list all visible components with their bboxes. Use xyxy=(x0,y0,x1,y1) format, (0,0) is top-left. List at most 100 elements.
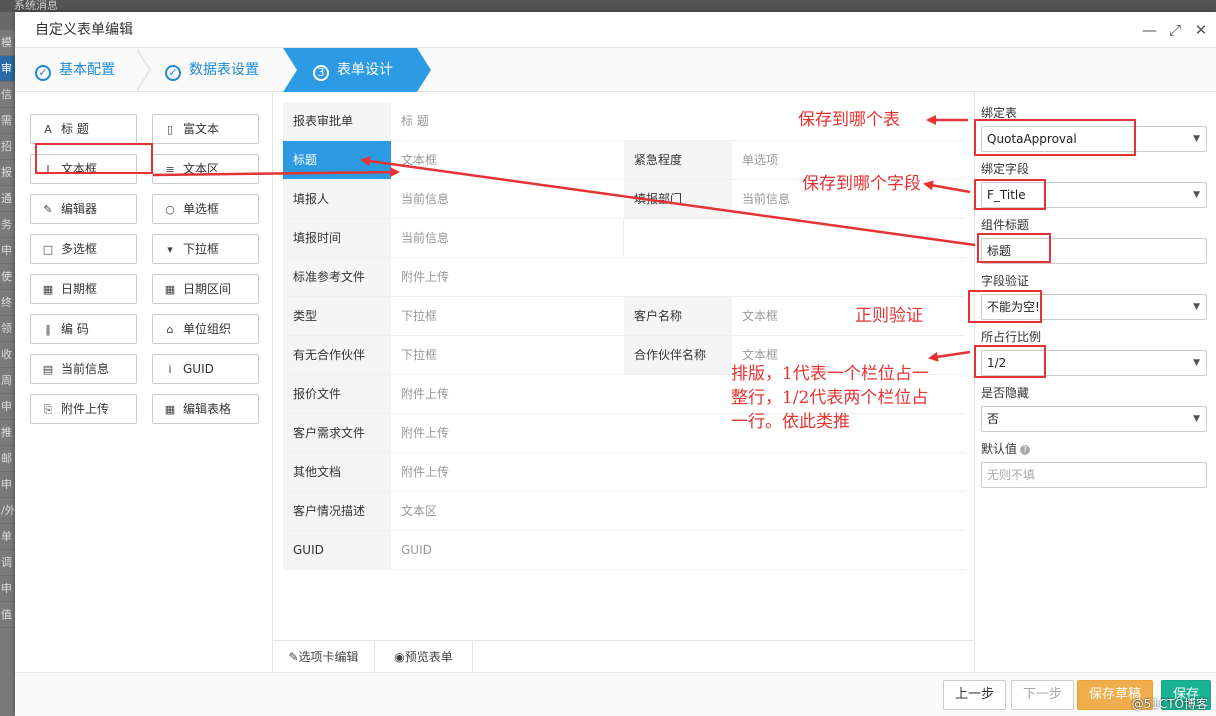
radio-icon: ○ xyxy=(165,203,175,216)
component-title-label: 组件标题 xyxy=(981,218,1030,232)
annotation-layout-3: 一行。依此类推 xyxy=(731,412,850,432)
tab-preview-form[interactable]: ◉预览表单 xyxy=(375,641,473,674)
help-icon[interactable]: ? xyxy=(1020,445,1031,455)
default-value-text: 默认值 xyxy=(981,442,1018,456)
background-sidebar-item: 审 xyxy=(0,56,15,82)
palette-item-label: 标 题 xyxy=(61,122,89,136)
field-placeholder: 文本框 xyxy=(742,309,779,323)
field-label: 紧急程度 xyxy=(624,141,732,179)
step-form-design[interactable]: 3 表单设计 xyxy=(283,48,417,92)
background-sidebar-item: 模 xyxy=(0,30,15,56)
annotation-box-validate xyxy=(968,290,1042,323)
annotation-box-ratio xyxy=(974,345,1046,378)
background-sidebar-item: 需 xyxy=(0,108,15,134)
palette-item[interactable]: i GUID xyxy=(152,354,259,384)
palette-item-label: 多选框 xyxy=(61,242,98,256)
field-label: 填报人 xyxy=(283,180,391,218)
tab-label: 选项卡编辑 xyxy=(298,650,359,664)
caret-down-icon: ▼ xyxy=(1193,414,1200,424)
step-arrow xyxy=(417,48,431,92)
caret-down-icon: ▼ xyxy=(1193,190,1200,200)
hidden-select[interactable]: 否 ▼ xyxy=(981,406,1207,432)
list-icon: ≡ xyxy=(165,163,175,176)
form-row[interactable]: 客户需求文件 附件上传 xyxy=(283,414,965,453)
form-row[interactable]: 填报时间 当前信息 xyxy=(283,219,965,258)
maximize-icon[interactable]: ⤢ xyxy=(1168,12,1182,48)
annotation-layout-2: 整行，1/2代表两个栏位占 xyxy=(731,388,929,408)
step-label: 数据表设置 xyxy=(189,62,259,78)
next-step-button[interactable]: 下一步 xyxy=(1011,680,1075,710)
eye-icon: ◉ xyxy=(394,650,405,664)
palette-item[interactable]: ⎘ 附件上传 xyxy=(30,394,137,424)
dialog-footer: 上一步 下一步 保存草稿 保存 xyxy=(15,672,1216,716)
palette-item[interactable]: ▦ 日期区间 xyxy=(152,274,259,304)
component-palette: A标 题 ▯ 富文本 I 文本框 ≡ 文本区 ✎ 编辑器 ○ 单选框 □ 多选框 ▾ 下拉框 ▦ 日期框 ▦ 日期区… xyxy=(15,92,273,682)
field-label: 报价文件 xyxy=(283,375,391,413)
form-row[interactable]: GUID GUID xyxy=(283,531,965,570)
palette-item[interactable]: □ 多选框 xyxy=(30,234,137,264)
checkbox-icon: □ xyxy=(42,243,54,256)
background-sidebar-item: 招 xyxy=(0,134,15,160)
field-placeholder: 当前信息 xyxy=(401,231,450,245)
dialog-titlebar: 自定义表单编辑 — ⤢ ✕ xyxy=(15,12,1216,48)
palette-item[interactable]: ▦ 日期框 xyxy=(30,274,137,304)
tab-label: 预览表单 xyxy=(404,650,453,664)
wizard-steps: ✓ 基本配置 ✓ 数据表设置 3 表单设计 xyxy=(15,48,1216,92)
field-placeholder: 单选项 xyxy=(742,153,779,167)
palette-item-label: 当前信息 xyxy=(61,362,110,376)
field-placeholder: 附件上传 xyxy=(401,465,450,479)
caret-down-icon: ▼ xyxy=(1193,134,1200,144)
form-row[interactable]: 其他文档 附件上传 xyxy=(283,453,965,492)
rich-text-icon: ▯ xyxy=(166,123,174,136)
palette-item-label: 富文本 xyxy=(183,122,220,136)
paperclip-icon: ⎘ xyxy=(43,403,53,416)
caret-down-icon: ▼ xyxy=(1193,302,1200,312)
palette-item[interactable]: ▦ 编辑表格 xyxy=(152,394,259,424)
form-title-label: 报表审批单 xyxy=(283,102,391,140)
palette-item-label: 单选框 xyxy=(183,202,220,216)
palette-item[interactable]: ▤ 当前信息 xyxy=(30,354,137,384)
canvas-tabbar: ✎选项卡编辑 ◉预览表单 xyxy=(273,640,975,674)
background-sidebar-item: 申 xyxy=(0,472,15,498)
check-circle-icon: ✓ xyxy=(165,65,181,81)
field-label: 有无合作伙伴 xyxy=(283,336,391,374)
field-validate-label: 字段验证 xyxy=(981,274,1030,288)
background-sidebar-item: 务 xyxy=(0,212,15,238)
palette-item[interactable]: ▯ 富文本 xyxy=(152,114,259,144)
form-row[interactable]: 客户情况描述 文本区 xyxy=(283,492,965,531)
palette-item[interactable]: ≡ 文本区 xyxy=(152,154,259,184)
org-icon: ⌂ xyxy=(166,323,174,336)
palette-item[interactable]: A标 题 xyxy=(30,114,137,144)
palette-item[interactable]: ○ 单选框 xyxy=(152,194,259,224)
palette-item[interactable]: ✎ 编辑器 xyxy=(30,194,137,224)
close-icon[interactable]: ✕ xyxy=(1194,12,1208,48)
row-ratio-label: 所占行比例 xyxy=(981,330,1042,344)
step-separator xyxy=(283,48,297,92)
form-row[interactable]: 标准参考文件 附件上传 xyxy=(283,258,965,297)
palette-item-label: 单位组织 xyxy=(183,322,232,336)
table-icon: ▦ xyxy=(164,403,176,416)
field-placeholder: 当前信息 xyxy=(742,192,791,206)
background-sidebar-item: /外 xyxy=(0,498,15,524)
prev-step-button[interactable]: 上一步 xyxy=(943,680,1007,710)
default-value-input[interactable]: 无则不填 xyxy=(981,462,1207,488)
palette-item[interactable]: ⌂ 单位组织 xyxy=(152,314,259,344)
palette-item-label: 文本区 xyxy=(183,162,220,176)
minimize-icon[interactable]: — xyxy=(1142,12,1157,48)
background-titlebar: 系统消息 xyxy=(0,0,1216,12)
field-label: 填报部门 xyxy=(624,180,732,218)
palette-item[interactable]: ‖ 编 码 xyxy=(30,314,137,344)
field-label: 客户需求文件 xyxy=(283,414,391,452)
field-label: 客户情况描述 xyxy=(283,492,391,530)
tab-edit-tabs[interactable]: ✎选项卡编辑 xyxy=(273,641,375,674)
palette-item-label: 编 码 xyxy=(61,322,89,336)
calendar-icon: ▦ xyxy=(164,283,176,296)
field-label: 标准参考文件 xyxy=(283,258,391,296)
field-placeholder: 当前信息 xyxy=(401,192,450,206)
step-table-settings[interactable]: ✓ 数据表设置 xyxy=(165,48,295,92)
palette-item[interactable]: ▾ 下拉框 xyxy=(152,234,259,264)
field-label: 客户名称 xyxy=(624,297,732,335)
watermark: @51CTO博客 xyxy=(1131,697,1208,711)
step-number-icon: 3 xyxy=(313,65,329,81)
annotation-box-table xyxy=(974,119,1136,156)
